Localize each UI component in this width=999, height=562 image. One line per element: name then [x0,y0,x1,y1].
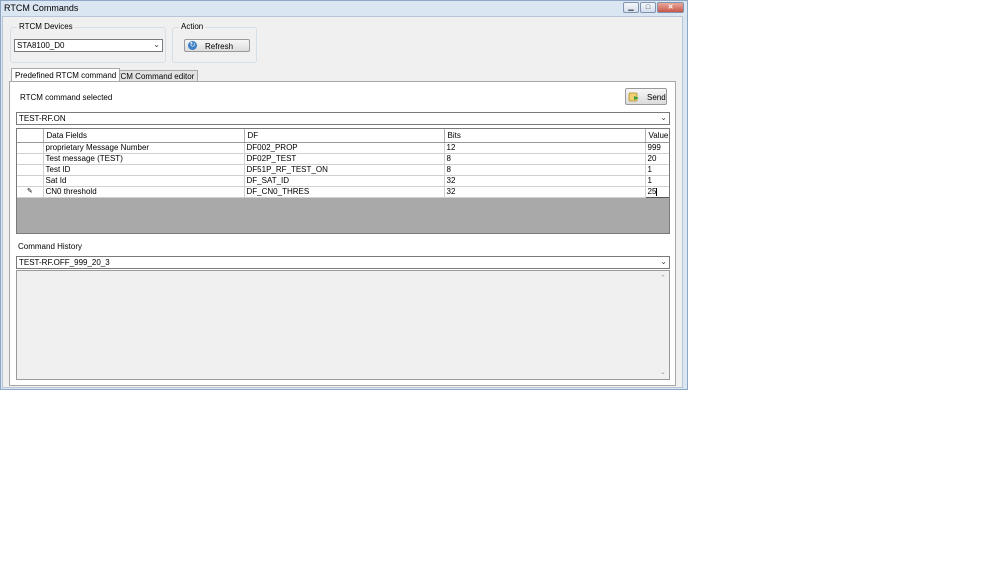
command-select-value: TEST-RF.ON [19,114,66,123]
row-header[interactable] [17,175,44,187]
table-row[interactable]: Test message (TEST) DF02P_TEST 8 20 [17,153,669,165]
data-field-cell: Test ID [43,164,245,176]
column-header-bits[interactable]: Bits [444,129,646,143]
scroll-up-icon[interactable]: ⌃ [660,274,666,282]
close-button[interactable]: ✕ [657,2,684,13]
tab-predefined-rtcm-command[interactable]: Predefined RTCM command [11,68,121,81]
close-icon: ✕ [667,4,674,11]
tab-page-predefined: RTCM command selected Send TEST-RF.ON ⌄ [9,81,676,386]
table-row[interactable]: Sat Id DF_SAT_ID 32 1 [17,175,669,187]
action-group: Action ↻ Refresh [172,22,257,63]
row-header[interactable] [17,153,44,165]
send-label: Send [647,93,666,102]
window-controls: ▁ □ ✕ [623,2,684,13]
scroll-down-icon[interactable]: ⌄ [660,368,666,376]
maximize-button[interactable]: □ [640,2,656,13]
title-bar[interactable]: RTCM Commands ▁ □ ✕ [1,1,687,16]
device-select-value: STA8100_D0 [17,41,65,50]
df-cell: DF_SAT_ID [244,175,445,187]
bits-cell: 8 [444,153,646,165]
column-header-df[interactable]: DF [244,129,445,143]
chevron-down-icon: ⌄ [660,113,667,122]
history-select[interactable]: TEST-RF.OFF_999_20_3 ⌄ [16,256,670,269]
df-cell: DF_CN0_THRES [244,186,445,198]
refresh-label: Refresh [205,42,234,51]
table-row-editing[interactable]: ✎ CN0 threshold DF_CN0_THRES 32 25 [17,186,669,198]
value-cell[interactable]: 20 [645,153,669,165]
client-area: RTCM Devices STA8100_D0 ⌄ Action ↻ Refre… [2,16,683,388]
action-group-label: Action [179,22,206,31]
devices-group-label: RTCM Devices [17,22,75,31]
refresh-icon: ↻ [188,41,197,50]
value-cell[interactable]: 999 [645,142,669,154]
history-select-value: TEST-RF.OFF_999_20_3 [19,258,110,267]
tab-label: Predefined RTCM command [15,71,117,80]
df-cell: DF51P_RF_TEST_ON [244,164,445,176]
chevron-down-icon: ⌄ [660,257,667,266]
edit-row-indicator[interactable]: ✎ [17,186,44,198]
value-cell-editing[interactable]: 25 [644,186,669,198]
data-field-cell: Sat Id [43,175,245,187]
command-selected-label: RTCM command selected [20,93,113,102]
chevron-down-icon: ⌄ [153,40,160,49]
tab-label: RTCM Command editor [110,72,195,81]
bits-cell: 32 [444,186,646,198]
fields-table: Data Fields DF Bits Value proprietary Me… [17,129,669,198]
df-cell: DF002_PROP [244,142,445,154]
refresh-button[interactable]: ↻ Refresh [184,39,250,52]
value-cell[interactable]: 1 [645,164,669,176]
data-field-cell: proprietary Message Number [43,142,245,154]
row-header[interactable] [17,164,44,176]
send-button[interactable]: Send [625,88,667,105]
rtcm-commands-window: RTCM Commands ▁ □ ✕ RTCM Devices STA8100… [0,0,688,390]
command-fields-grid[interactable]: Data Fields DF Bits Value proprietary Me… [16,128,670,234]
bits-cell: 32 [444,175,646,187]
send-icon [628,91,640,103]
df-cell: DF02P_TEST [244,153,445,165]
device-select[interactable]: STA8100_D0 ⌄ [14,39,163,52]
text-cursor [656,187,658,196]
bits-cell: 12 [444,142,646,154]
bits-cell: 8 [444,164,646,176]
pencil-icon: ✎ [26,188,33,195]
row-header[interactable] [17,142,44,154]
vertical-scrollbar[interactable]: ⌃ ⌄ [658,272,668,378]
data-field-cell: CN0 threshold [43,186,245,198]
column-header-value[interactable]: Value [645,129,669,143]
grid-header-row: Data Fields DF Bits Value [17,129,669,143]
history-textarea[interactable]: ⌃ ⌄ [16,270,670,380]
minimize-icon: ▁ [628,4,634,11]
data-field-cell: Test message (TEST) [43,153,245,165]
minimize-button[interactable]: ▁ [623,2,639,13]
maximize-icon: □ [645,4,651,11]
value-edit-text[interactable]: 25 [648,188,657,197]
table-row[interactable]: Test ID DF51P_RF_TEST_ON 8 1 [17,164,669,176]
devices-group: RTCM Devices STA8100_D0 ⌄ [10,22,166,63]
table-row[interactable]: proprietary Message Number DF002_PROP 12… [17,142,669,154]
window-title: RTCM Commands [4,3,79,13]
value-cell[interactable]: 1 [645,175,669,187]
command-history-label: Command History [18,242,83,251]
column-header-data-fields[interactable]: Data Fields [43,129,245,143]
row-header-corner [17,129,44,143]
command-select[interactable]: TEST-RF.ON ⌄ [16,112,670,125]
